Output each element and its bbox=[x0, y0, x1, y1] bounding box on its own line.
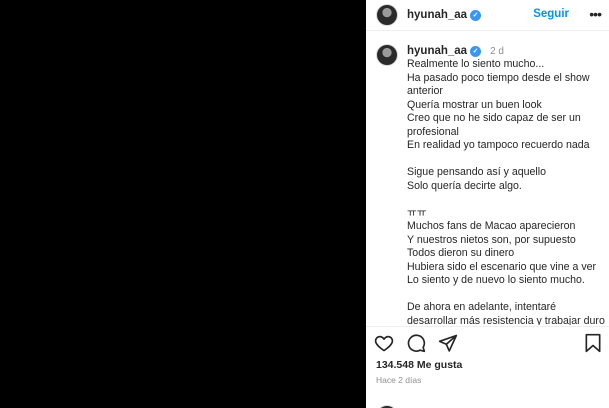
more-options-icon[interactable]: ••• bbox=[589, 6, 602, 22]
author-username[interactable]: hyunah_aa bbox=[407, 9, 467, 21]
caption-timestamp[interactable]: 2 d bbox=[490, 46, 504, 57]
post-side-panel: hyunah_aa ✓ Seguir ••• hyunah_aa ✓ 2 d R… bbox=[366, 0, 609, 408]
caption-author-avatar[interactable] bbox=[376, 44, 398, 66]
comment-icon[interactable] bbox=[406, 333, 426, 353]
caption-text: Realmente lo siento mucho... Ha pasado p… bbox=[407, 58, 605, 325]
verified-icon: ✓ bbox=[470, 9, 482, 21]
share-icon[interactable] bbox=[438, 333, 458, 353]
bookmark-icon[interactable] bbox=[584, 333, 602, 353]
caption-username[interactable]: hyunah_aa bbox=[407, 45, 467, 57]
caption-section: hyunah_aa ✓ 2 d Realmente lo siento much… bbox=[366, 31, 609, 325]
likes-count[interactable]: 134.548 Me gusta bbox=[376, 359, 462, 371]
heart-icon[interactable] bbox=[374, 333, 394, 353]
post-media-area bbox=[0, 0, 366, 408]
actions-bar: 134.548 Me gusta Hace 2 días bbox=[366, 326, 609, 408]
author-avatar[interactable] bbox=[376, 4, 398, 26]
post-header: hyunah_aa ✓ Seguir ••• bbox=[366, 0, 609, 31]
post-time-ago[interactable]: Hace 2 días bbox=[376, 375, 421, 385]
caption-header: hyunah_aa ✓ 2 d bbox=[407, 45, 504, 57]
follow-button[interactable]: Seguir bbox=[533, 8, 569, 20]
verified-icon: ✓ bbox=[470, 45, 482, 57]
